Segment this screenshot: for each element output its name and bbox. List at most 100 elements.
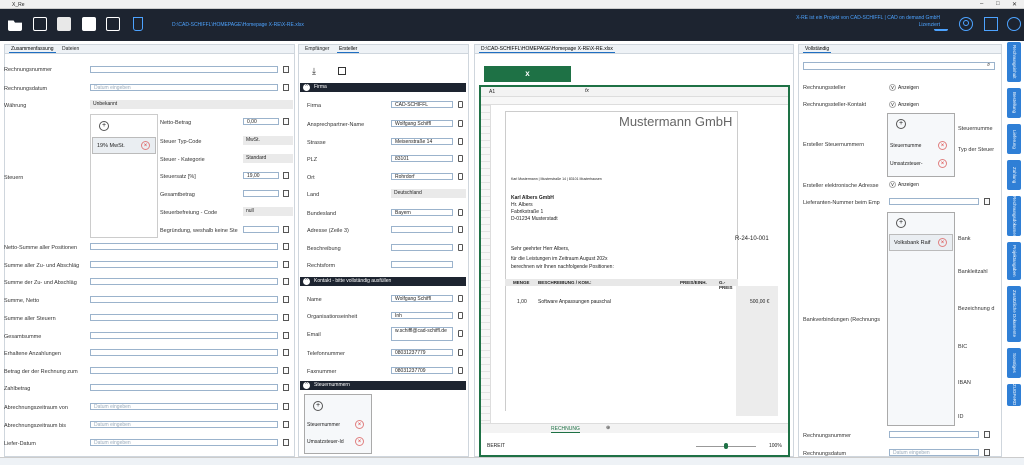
sidebar-lieferung[interactable]: Lieferung xyxy=(1007,124,1021,154)
copy-icon[interactable] xyxy=(458,244,463,251)
sidebar-rechnungsdokument[interactable]: Rechnungsdokument xyxy=(1007,196,1021,239)
anzeigen-toggle[interactable]: v Anzeigen xyxy=(889,84,919,91)
calc-icon[interactable] xyxy=(283,332,289,339)
remove-icon[interactable]: × xyxy=(938,159,947,168)
rechtsform-input[interactable] xyxy=(391,261,453,268)
tab-zusammenfassung[interactable]: Zusammenfassung xyxy=(9,46,56,53)
fax-input[interactable]: 08031237709 xyxy=(391,367,453,374)
copy-icon[interactable] xyxy=(458,295,463,302)
calc-icon[interactable] xyxy=(283,314,289,321)
new-document-icon[interactable] xyxy=(33,17,47,31)
email-input[interactable]: w.schiffl@cad-schiffl.de xyxy=(391,327,453,341)
logout-icon[interactable] xyxy=(984,17,998,31)
summary-row-input[interactable] xyxy=(90,261,278,268)
summary-row-input[interactable] xyxy=(90,384,278,391)
calc-icon[interactable] xyxy=(283,190,289,197)
tab-ersteller[interactable]: Ersteller xyxy=(337,46,360,53)
begruendung-input[interactable] xyxy=(243,226,279,233)
calc-icon[interactable] xyxy=(283,66,289,73)
rechnungsnummer-input[interactable] xyxy=(90,66,278,73)
search-input[interactable] xyxy=(803,62,995,70)
steuernummer-item[interactable]: Steuernummer xyxy=(307,422,340,428)
umsatzsteuer-item[interactable]: Umsatzsteuer-Id xyxy=(307,439,344,445)
steuernummer-item[interactable]: Steuernumme xyxy=(890,143,921,149)
copy-icon[interactable] xyxy=(458,101,463,108)
sidebar-zusaetzliche-dokumente[interactable]: Zusätzliche Dokumente xyxy=(1007,286,1021,342)
calc-icon[interactable] xyxy=(283,261,289,268)
tab-empfaenger[interactable]: Empfänger xyxy=(303,46,331,52)
rechnungsdatum-input[interactable]: Datum eingeben xyxy=(889,449,979,456)
abr-bis-input[interactable]: Datum eingeben xyxy=(90,421,278,428)
calc-icon[interactable] xyxy=(283,367,289,374)
waehrung-select[interactable]: Unbekannt xyxy=(90,100,293,109)
add-icon[interactable]: + xyxy=(896,119,906,129)
ansprechpartner-input[interactable]: Wolfgang Schiffl xyxy=(391,120,453,127)
steuer-list-item[interactable]: 19% MwSt. × xyxy=(92,137,156,154)
tab-xlsx[interactable]: D:\CAD-SCHIFFL\HOMEPAGE\Homepage X-RE\X-… xyxy=(479,46,615,53)
summary-row-input[interactable] xyxy=(90,296,278,303)
sidebar-sonstiges[interactable]: Sonstiges xyxy=(1007,348,1021,378)
beschreibung-input[interactable] xyxy=(391,244,453,251)
tab-vollstaendig[interactable]: Vollständig xyxy=(803,46,832,53)
remove-icon[interactable]: × xyxy=(938,238,947,247)
sidebar-zugferd[interactable]: ZUGFeRD xyxy=(1007,384,1021,406)
calc-icon[interactable] xyxy=(984,431,990,438)
copy-icon[interactable] xyxy=(458,155,463,162)
sidebar-projektangaben[interactable]: Projektangaben xyxy=(1007,242,1021,280)
cart-icon[interactable] xyxy=(934,17,948,31)
copy-icon[interactable] xyxy=(458,209,463,216)
abr-von-input[interactable]: Datum eingeben xyxy=(90,403,278,410)
summary-row-input[interactable] xyxy=(90,243,278,250)
close-icon[interactable]: ✕ xyxy=(1012,1,1017,8)
open-folder-icon[interactable] xyxy=(8,20,22,31)
copy-icon[interactable] xyxy=(458,226,463,233)
tab-dateien[interactable]: Dateien xyxy=(60,46,81,52)
calc-icon[interactable] xyxy=(283,403,289,410)
save-icon[interactable] xyxy=(82,17,96,31)
calc-icon[interactable] xyxy=(283,118,289,125)
steuer-typ-select[interactable]: MwSt. xyxy=(243,136,293,145)
add-icon[interactable]: + xyxy=(313,401,323,411)
bundesland-input[interactable]: Bayern xyxy=(391,209,453,216)
calc-icon[interactable] xyxy=(283,439,289,446)
invoice-icon[interactable] xyxy=(57,17,71,31)
remove-icon[interactable]: × xyxy=(141,141,150,150)
add-icon[interactable]: + xyxy=(896,218,906,228)
umsatzsteuer-item[interactable]: Umsatzsteuer- xyxy=(890,161,923,167)
copy-icon[interactable] xyxy=(458,120,463,127)
steuersatz-input[interactable]: 19,00 xyxy=(243,172,279,179)
minimize-icon[interactable]: – xyxy=(980,1,983,7)
calc-icon[interactable] xyxy=(984,198,990,205)
firma-section-header[interactable]: ^ Firma xyxy=(300,83,466,92)
calc-icon[interactable] xyxy=(283,278,289,285)
liefer-input[interactable]: Datum eingeben xyxy=(90,439,278,446)
calc-icon[interactable] xyxy=(283,349,289,356)
summary-row-input[interactable] xyxy=(90,349,278,356)
calc-icon[interactable] xyxy=(283,84,289,91)
calc-icon[interactable] xyxy=(283,296,289,303)
steuernummern-section-header[interactable]: ^ Steuernummern xyxy=(300,381,466,390)
summary-row-input[interactable] xyxy=(90,314,278,321)
telefon-input[interactable]: 08031237779 xyxy=(391,349,453,356)
copy-icon[interactable] xyxy=(458,367,463,374)
rechnungsnummer-input[interactable] xyxy=(889,431,979,438)
strasse-input[interactable]: Meisenstraße 14 xyxy=(391,138,453,145)
summary-row-input[interactable] xyxy=(90,332,278,339)
land-select[interactable]: Deutschland xyxy=(391,189,466,198)
anzeigen-toggle[interactable]: v Anzeigen xyxy=(889,181,919,188)
calc-icon[interactable] xyxy=(984,449,990,456)
calc-icon[interactable] xyxy=(283,384,289,391)
bank-list-item[interactable]: Volksbank Raif × xyxy=(889,234,953,251)
kontakt-section-header[interactable]: ^ Kontakt - bitte vollständig ausfüllen xyxy=(300,277,466,286)
calc-icon[interactable] xyxy=(283,172,289,179)
maximize-icon[interactable]: □ xyxy=(996,1,1000,7)
remove-icon[interactable]: × xyxy=(355,437,364,446)
add-sheet-icon[interactable]: ⊕ xyxy=(606,425,610,431)
copy-icon[interactable] xyxy=(458,349,463,356)
plz-input[interactable]: 83101 xyxy=(391,155,453,162)
anzeigen-toggle[interactable]: v Anzeigen xyxy=(889,101,919,108)
netto-betrag-input[interactable]: 0,00 xyxy=(243,118,279,125)
zoom-thumb[interactable] xyxy=(724,443,728,449)
rechnungsdatum-input[interactable]: Datum eingeben xyxy=(90,84,278,91)
remove-icon[interactable]: × xyxy=(355,420,364,429)
